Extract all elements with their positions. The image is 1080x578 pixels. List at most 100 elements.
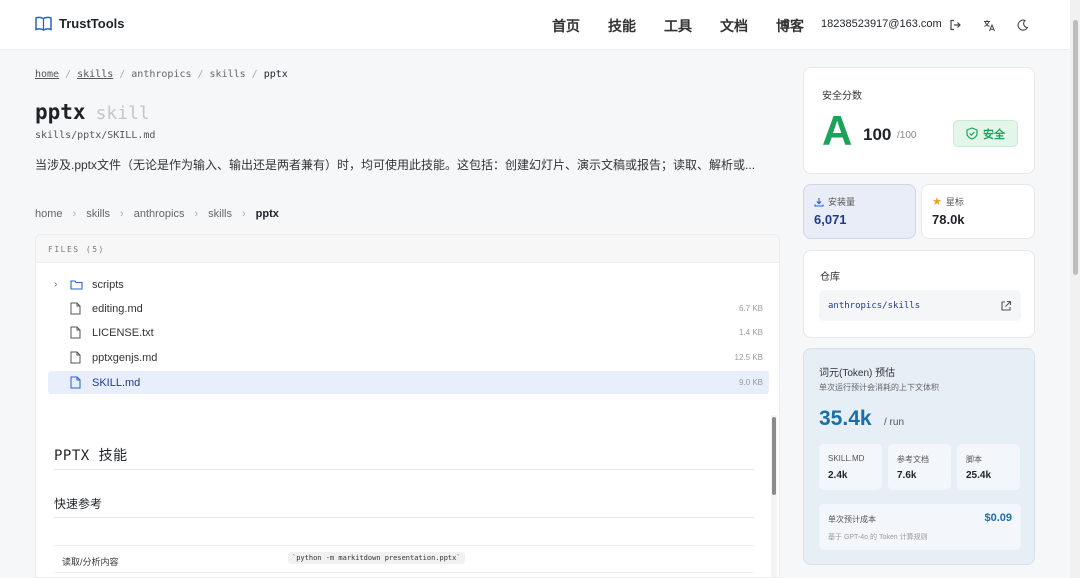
- chevron-right-icon: ›: [72, 208, 77, 220]
- token-unit: / run: [884, 417, 905, 428]
- token-estimate-card: 词元(Token) 预估 单次运行预计会消耗的上下文体积 35.4k / run…: [803, 348, 1035, 565]
- file-browser-panel: FILES (5) › scripts editing.md 6.7 KB LI…: [35, 234, 780, 578]
- nav-blog[interactable]: 博客: [776, 16, 804, 36]
- breadcrumb-separator: /: [119, 69, 126, 80]
- installs-card: 安装量 6,071: [803, 184, 916, 239]
- token-title: 词元(Token) 预估: [819, 368, 896, 379]
- file-row-editing[interactable]: editing.md 6.7 KB: [48, 297, 769, 320]
- chevron-right-icon: ›: [54, 279, 58, 290]
- file-row-license[interactable]: LICENSE.txt 1.4 KB: [48, 321, 769, 344]
- repo-link-box[interactable]: anthropics/skills: [819, 290, 1021, 321]
- chevron-right-icon: ›: [120, 208, 124, 220]
- breadcrumb-separator: /: [197, 69, 204, 80]
- file-row-pptxgenjs[interactable]: pptxgenjs.md 12.5 KB: [48, 346, 769, 369]
- token-total: 35.4k: [819, 407, 872, 430]
- breadcrumb-separator: /: [65, 69, 72, 80]
- translate-icon[interactable]: [981, 17, 997, 33]
- file-icon: [70, 376, 88, 389]
- token-breakdown-value: 7.6k: [897, 470, 917, 481]
- star-icon: ★: [932, 196, 942, 208]
- token-breakdown-label: 参考文档: [897, 455, 929, 464]
- stars-card: ★ 星标 78.0k: [921, 184, 1035, 239]
- top-navbar: TrustTools 首页 技能 工具 文档 博客 18238523917@16…: [0, 0, 1080, 50]
- doc-table-row: 读取/分析内容 `python -m markitdown presentati…: [54, 545, 754, 573]
- page-title-row: pptx skill: [35, 100, 150, 124]
- book-icon: [35, 16, 52, 31]
- page-title-tag: skill: [95, 103, 150, 124]
- score-grade: A: [822, 107, 853, 154]
- page-scrollbar-thumb[interactable]: [1073, 20, 1078, 275]
- file-name: pptxgenjs.md: [92, 351, 158, 364]
- cost-note: 基于 GPT-4o 的 Token 计算规则: [828, 534, 928, 541]
- file-size: 12.5 KB: [734, 353, 763, 362]
- installs-label: 安装量: [828, 197, 856, 207]
- external-link-icon[interactable]: [1000, 299, 1012, 311]
- file-name: editing.md: [92, 302, 143, 315]
- breadcrumb-skills-sub: skills: [209, 69, 246, 80]
- file-breadcrumb-skills[interactable]: skills: [86, 208, 110, 220]
- table-cell-code: `python -m markitdown presentation.pptx`: [288, 552, 465, 564]
- doc-heading-1: PPTX 技能: [54, 448, 128, 464]
- file-icon: [70, 302, 88, 315]
- brand-name: TrustTools: [59, 16, 125, 31]
- token-breakdown-value: 25.4k: [966, 470, 992, 481]
- skill-path: skills/pptx/SKILL.md: [35, 130, 156, 141]
- token-breakdown-label: 脚本: [966, 455, 982, 464]
- shield-check-icon: [966, 127, 978, 140]
- nav-skills[interactable]: 技能: [608, 16, 636, 36]
- file-icon: [70, 351, 88, 364]
- file-breadcrumb-home[interactable]: home: [35, 208, 63, 220]
- page-title: pptx: [35, 100, 86, 124]
- breadcrumb-skills[interactable]: skills: [77, 69, 113, 80]
- status-badge-label: 安全: [983, 128, 1005, 141]
- breadcrumb-home[interactable]: home: [35, 69, 59, 80]
- file-icon: [70, 326, 88, 339]
- token-breakdown-scripts: 脚本 25.4k: [957, 444, 1020, 490]
- logout-icon[interactable]: [947, 17, 963, 33]
- user-email[interactable]: 18238523917@163.com: [821, 18, 942, 30]
- file-name: LICENSE.txt: [92, 326, 154, 339]
- divider: [54, 469, 754, 470]
- file-breadcrumb-current: pptx: [255, 208, 279, 220]
- skill-description: 当涉及.pptx文件（无论是作为输入、输出还是两者兼有）时，均可使用此技能。这包…: [35, 158, 756, 172]
- main-nav: 首页 技能 工具 文档 博客: [552, 16, 804, 36]
- file-row-scripts[interactable]: › scripts: [48, 273, 769, 296]
- file-size: 6.7 KB: [738, 304, 763, 313]
- chevron-right-icon: ›: [242, 208, 246, 220]
- token-breakdown-value: 2.4k: [828, 470, 848, 481]
- breadcrumb-current: pptx: [263, 69, 288, 80]
- token-subtitle: 单次运行预计会消耗的上下文体积: [819, 383, 939, 392]
- nav-home[interactable]: 首页: [552, 16, 580, 36]
- token-cost-box: 单次预计成本 $0.09 基于 GPT-4o 的 Token 计算规则: [819, 504, 1021, 550]
- file-row-skill-md[interactable]: SKILL.md 9.0 KB: [48, 371, 769, 394]
- download-icon: [814, 197, 824, 207]
- security-score-card: 安全分数 A 100 /100 安全: [803, 67, 1035, 174]
- nav-docs[interactable]: 文档: [720, 16, 748, 36]
- score-label: 安全分数: [822, 91, 862, 102]
- token-breakdown-skillmd: SKILL.MD 2.4k: [819, 444, 882, 490]
- cost-label: 单次预计成本: [828, 515, 876, 524]
- file-breadcrumb-anthropics[interactable]: anthropics: [134, 208, 185, 220]
- status-badge: 安全: [953, 120, 1018, 147]
- chevron-right-icon: ›: [194, 208, 199, 220]
- brand-logo[interactable]: TrustTools: [35, 16, 124, 31]
- repository-card: 仓库 anthropics/skills: [803, 250, 1035, 338]
- file-breadcrumb-skills-sub[interactable]: skills: [208, 208, 232, 220]
- score-value: 100: [863, 125, 892, 144]
- divider: [54, 517, 754, 518]
- score-max: /100: [897, 130, 917, 141]
- file-name: scripts: [92, 278, 124, 291]
- files-header: FILES (5): [36, 235, 779, 263]
- moon-icon[interactable]: [1015, 17, 1031, 33]
- repo-link[interactable]: anthropics/skills: [828, 301, 920, 311]
- file-breadcrumb: home › skills › anthropics › skills › pp…: [35, 208, 279, 220]
- doc-scrollbar-thumb[interactable]: [772, 417, 776, 495]
- folder-icon: [70, 279, 88, 290]
- token-breakdown-label: SKILL.MD: [828, 454, 865, 463]
- table-cell-key: 读取/分析内容: [62, 557, 119, 567]
- breadcrumb-anthropics: anthropics: [131, 69, 192, 80]
- repo-title: 仓库: [820, 272, 840, 283]
- breadcrumb-separator: /: [251, 69, 258, 80]
- cost-value: $0.09: [984, 512, 1012, 524]
- nav-tools[interactable]: 工具: [664, 16, 692, 36]
